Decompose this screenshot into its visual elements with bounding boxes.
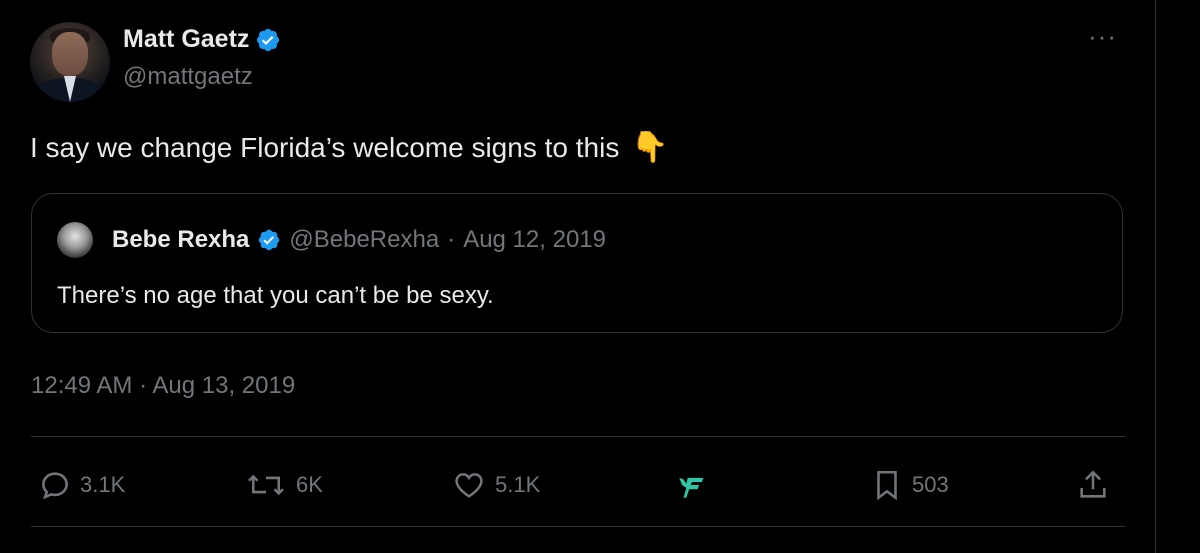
repost-count: 6K bbox=[296, 472, 323, 497]
reply-button[interactable]: 3.1K bbox=[38, 468, 125, 502]
quoted-date: Aug 12, 2019 bbox=[463, 226, 606, 253]
quoted-header: Bebe Rexha @BebeRexha · Aug 12, 2019 bbox=[112, 226, 606, 254]
tweet-body: I say we change Florida’s welcome signs … bbox=[30, 130, 669, 165]
quoted-author-avatar bbox=[57, 222, 93, 258]
author-avatar[interactable] bbox=[30, 22, 110, 102]
like-button[interactable]: 5.1K bbox=[451, 468, 540, 502]
tweet-card: Matt Gaetz @mattgaetz ··· I say we chang… bbox=[0, 0, 1200, 553]
repost-button[interactable]: 6K bbox=[244, 468, 323, 502]
heart-icon bbox=[455, 473, 483, 498]
reply-icon bbox=[42, 472, 68, 500]
reply-count: 3.1K bbox=[80, 472, 126, 497]
repost-icon bbox=[248, 474, 284, 496]
share-button[interactable] bbox=[1076, 468, 1110, 502]
quoted-separator: · bbox=[447, 226, 456, 253]
share-icon bbox=[1080, 470, 1106, 498]
like-count: 5.1K bbox=[495, 472, 541, 497]
bookmark-count: 503 bbox=[912, 472, 949, 497]
divider bbox=[31, 526, 1125, 527]
bookmark-button[interactable]: 503 bbox=[870, 468, 949, 502]
pointing-down-emoji: 👇 bbox=[631, 131, 669, 164]
verified-badge-icon bbox=[259, 229, 280, 251]
author-name[interactable]: Matt Gaetz bbox=[123, 25, 249, 54]
more-icon[interactable]: ··· bbox=[1088, 23, 1117, 49]
author-handle[interactable]: @mattgaetz bbox=[123, 63, 253, 91]
action-bar: 3.1K 6K 5.1K 503 bbox=[0, 462, 1200, 510]
verified-badge-icon bbox=[257, 28, 280, 51]
bookmark-icon bbox=[877, 470, 897, 501]
tweet-text: I say we change Florida’s welcome signs … bbox=[30, 131, 620, 163]
tweet-timestamp[interactable]: 12:49 AM · Aug 13, 2019 bbox=[31, 372, 295, 400]
app-logo-button[interactable] bbox=[674, 468, 710, 502]
quoted-author-handle: @BebeRexha bbox=[289, 226, 440, 253]
author-name-row[interactable]: Matt Gaetz bbox=[123, 25, 281, 54]
quoted-text: There’s no age that you can’t be be sexy… bbox=[57, 282, 494, 309]
app-logo-icon bbox=[679, 477, 704, 498]
divider bbox=[31, 436, 1125, 437]
quoted-tweet[interactable]: Bebe Rexha @BebeRexha · Aug 12, 2019 The… bbox=[31, 193, 1123, 333]
quoted-author-name: Bebe Rexha bbox=[112, 226, 250, 253]
